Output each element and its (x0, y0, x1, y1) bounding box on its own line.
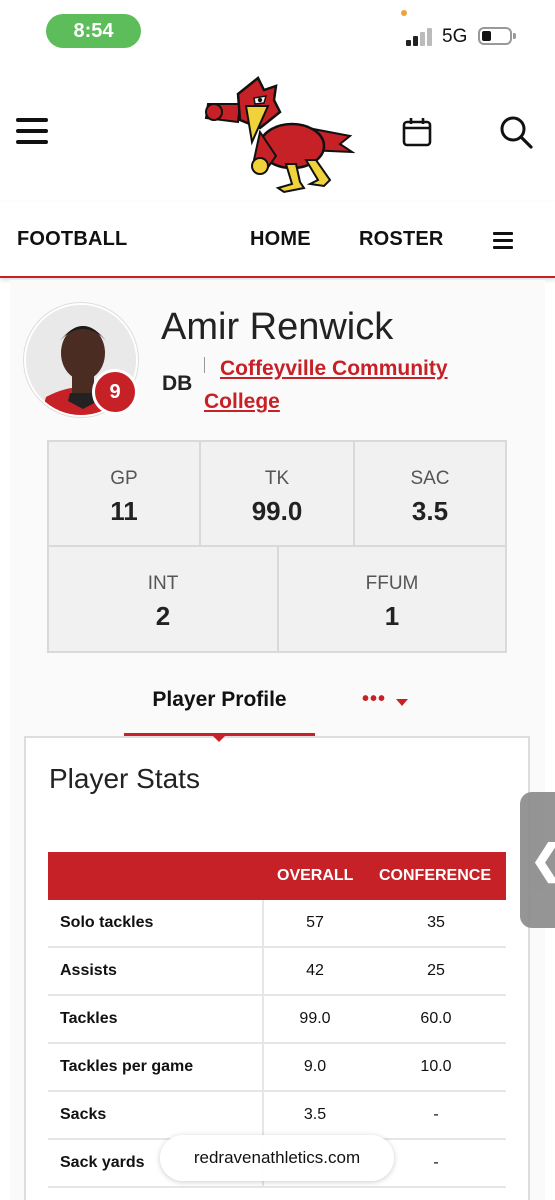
row-label: Sacks (60, 1106, 107, 1123)
side-drawer-handle[interactable]: ❮ (520, 792, 555, 928)
row-label: Solo tackles (60, 914, 154, 931)
row-conference: 60.0 (420, 1010, 452, 1027)
stat-label: TK (264, 468, 290, 489)
jersey-number-badge: 9 (92, 369, 138, 415)
row-conference: 25 (427, 962, 445, 979)
stat-label: GP (110, 468, 138, 489)
row-overall: 57 (306, 914, 324, 931)
row-label: Sack yards (60, 1154, 145, 1171)
row-overall: 99.0 (299, 1010, 331, 1027)
calendar-icon[interactable] (402, 117, 432, 147)
table-row: Assists 42 25 (48, 948, 506, 996)
column-header-conference[interactable]: CONFERENCE (379, 867, 491, 885)
chevron-left-icon: ❮ (530, 840, 555, 880)
privacy-indicator-dot (401, 10, 407, 16)
nav-sport-football[interactable]: FOOTBALL (17, 228, 127, 251)
row-conference: 35 (427, 914, 445, 931)
menu-icon[interactable] (493, 232, 515, 250)
status-time[interactable]: 8:54 (46, 14, 141, 48)
site-header (0, 62, 555, 202)
column-header-overall[interactable]: OVERALL (277, 867, 353, 885)
table-row: Tackles 99.0 60.0 (48, 996, 506, 1044)
table-row: Solo tackles 57 35 (48, 900, 506, 948)
stat-box-ffum: FFUM 1 (277, 545, 507, 653)
redraven-mascot-logo[interactable] (200, 76, 355, 194)
stats-table-header: OVERALL CONFERENCE (48, 852, 506, 900)
nav-home[interactable]: HOME (250, 228, 311, 251)
tab-more-menu[interactable]: ••• (362, 688, 386, 711)
tab-player-profile[interactable]: Player Profile (124, 688, 315, 712)
stat-box-tk: TK 99.0 (199, 440, 355, 547)
nav-roster[interactable]: ROSTER (359, 228, 444, 251)
stat-value: 3.5 (411, 496, 449, 526)
table-row: Sacks 3.5 - (48, 1092, 506, 1140)
row-label: Assists (60, 962, 117, 979)
sport-nav-bar: FOOTBALL HOME ROSTER (0, 202, 555, 278)
player-name: Amir Renwick (161, 306, 394, 348)
row-overall: 42 (306, 962, 324, 979)
tab-notch (213, 736, 225, 742)
stat-value: 1 (384, 601, 400, 631)
stat-value: 99.0 (251, 496, 303, 526)
table-row: Tackles per game 9.0 10.0 (48, 1044, 506, 1092)
stat-label: INT (147, 573, 179, 594)
row-label: Tackles per game (60, 1058, 194, 1075)
stat-value: 2 (155, 601, 171, 631)
stats-section-title: Player Stats (49, 763, 200, 794)
player-position: DB (162, 372, 193, 395)
row-label: Tackles (60, 1010, 118, 1027)
status-bar: 8:54 5G (0, 0, 555, 62)
stat-label: FFUM (365, 573, 419, 594)
row-conference: 10.0 (420, 1058, 452, 1075)
stat-label: SAC (410, 468, 450, 489)
row-overall: 3.5 (303, 1106, 327, 1123)
stat-box-gp: GP 11 (47, 440, 201, 547)
stat-value: 11 (110, 496, 138, 526)
school-link[interactable]: Coffeyville Community College (204, 352, 474, 418)
battery-icon (478, 27, 512, 45)
browser-url-bar[interactable]: redravenathletics.com (160, 1135, 394, 1181)
network-type: 5G (442, 26, 468, 47)
row-overall: 9.0 (303, 1058, 327, 1075)
stat-box-sac: SAC 3.5 (353, 440, 507, 547)
signal-strength-icon (406, 28, 436, 46)
hamburger-icon[interactable] (16, 118, 48, 144)
chevron-down-icon[interactable] (396, 699, 408, 706)
row-conference: - (433, 1106, 439, 1123)
battery-tip (513, 33, 516, 39)
stat-box-int: INT 2 (47, 545, 279, 653)
search-icon[interactable] (498, 114, 534, 150)
